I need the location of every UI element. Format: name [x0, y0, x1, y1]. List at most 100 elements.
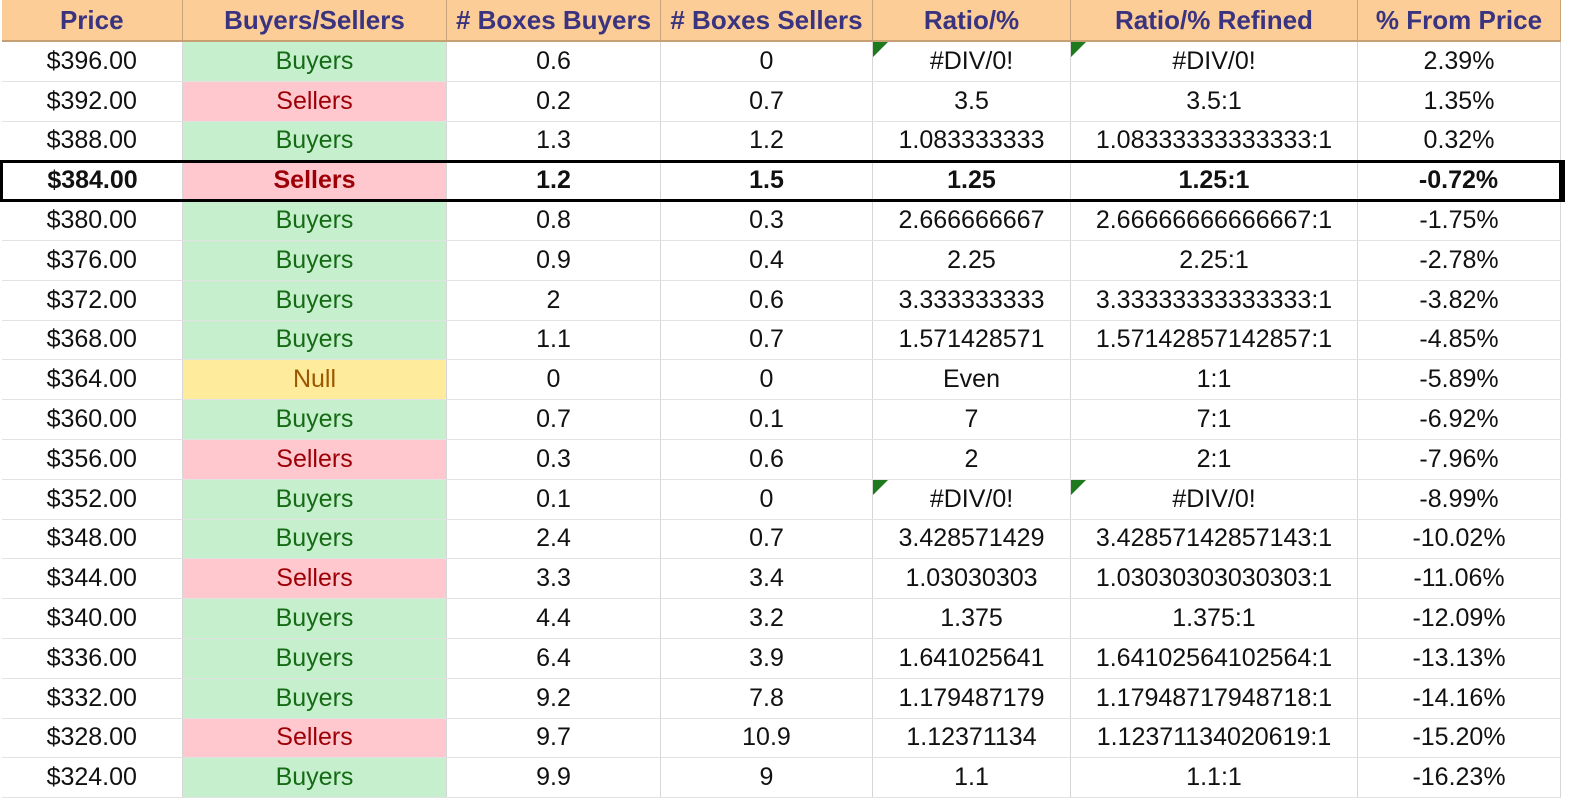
cell-from-price[interactable]: -16.23% — [1357, 757, 1561, 799]
cell-boxes-buyers[interactable]: 2 — [446, 280, 661, 321]
cell-ratio[interactable]: 1.179487179 — [872, 678, 1071, 719]
cell-price[interactable]: $364.00 — [1, 359, 183, 401]
cell-boxes-sellers[interactable]: 7.8 — [660, 678, 873, 719]
cell-from-price[interactable]: -2.78% — [1357, 240, 1561, 281]
cell-buyers-sellers[interactable]: Buyers — [182, 757, 447, 799]
cell-boxes-buyers[interactable]: 0.8 — [446, 200, 661, 241]
cell-ratio[interactable]: 1.25 — [872, 160, 1071, 202]
cell-ratio-refined[interactable]: 3.42857142857143:1 — [1070, 519, 1358, 560]
cell-from-price[interactable]: -4.85% — [1357, 320, 1561, 361]
cell-boxes-buyers[interactable]: 0.7 — [446, 399, 661, 440]
cell-ratio[interactable]: 2.666666667 — [872, 200, 1071, 241]
cell-buyers-sellers[interactable]: Sellers — [182, 718, 447, 759]
cell-from-price[interactable]: -13.13% — [1357, 638, 1561, 679]
cell-boxes-buyers[interactable]: 1.2 — [446, 160, 661, 202]
cell-from-price[interactable]: -14.16% — [1357, 678, 1561, 719]
cell-price[interactable]: $356.00 — [1, 439, 183, 480]
cell-ratio[interactable]: 7 — [872, 399, 1071, 440]
cell-buyers-sellers[interactable]: Null — [182, 359, 447, 401]
cell-from-price[interactable]: 2.39% — [1357, 41, 1561, 82]
cell-buyers-sellers[interactable]: Sellers — [182, 439, 447, 480]
cell-boxes-buyers[interactable]: 4.4 — [446, 598, 661, 639]
cell-boxes-sellers[interactable]: 0.6 — [660, 280, 873, 321]
cell-ratio[interactable]: 1.12371134 — [872, 718, 1071, 759]
cell-price[interactable]: $376.00 — [1, 240, 183, 281]
cell-buyers-sellers[interactable]: Sellers — [182, 81, 447, 122]
cell-price[interactable]: $332.00 — [1, 678, 183, 719]
cell-price[interactable]: $380.00 — [1, 200, 183, 241]
cell-price[interactable]: $392.00 — [1, 81, 183, 122]
cell-buyers-sellers[interactable]: Buyers — [182, 200, 447, 241]
cell-ratio[interactable]: 1.03030303 — [872, 558, 1071, 600]
cell-ratio-refined[interactable]: 2.25:1 — [1070, 240, 1358, 281]
cell-boxes-sellers[interactable]: 0.4 — [660, 240, 873, 281]
cell-price[interactable]: $324.00 — [1, 757, 183, 799]
cell-boxes-buyers[interactable]: 6.4 — [446, 638, 661, 679]
cell-buyers-sellers[interactable]: Buyers — [182, 121, 447, 162]
cell-ratio[interactable]: Even — [872, 359, 1071, 401]
cell-boxes-sellers[interactable]: 0 — [660, 41, 873, 82]
cell-buyers-sellers[interactable]: Buyers — [182, 598, 447, 639]
cell-price[interactable]: $348.00 — [1, 519, 183, 560]
cell-boxes-buyers[interactable]: 0.9 — [446, 240, 661, 281]
cell-ratio[interactable]: 1.083333333 — [872, 121, 1071, 162]
cell-boxes-sellers[interactable]: 3.4 — [660, 558, 873, 600]
cell-buyers-sellers[interactable]: Buyers — [182, 399, 447, 440]
cell-buyers-sellers[interactable]: Buyers — [182, 240, 447, 281]
cell-ratio[interactable]: 1.641025641 — [872, 638, 1071, 679]
cell-ratio-refined[interactable]: 1.17948717948718:1 — [1070, 678, 1358, 719]
cell-from-price[interactable]: -0.72% — [1357, 160, 1562, 202]
cell-boxes-sellers[interactable]: 0.6 — [660, 439, 873, 480]
cell-price[interactable]: $368.00 — [1, 320, 183, 361]
cell-boxes-sellers[interactable]: 0.7 — [660, 81, 873, 122]
cell-ratio-refined[interactable]: #DIV/0! — [1070, 479, 1358, 520]
cell-ratio-refined[interactable]: 1.375:1 — [1070, 598, 1358, 639]
cell-ratio[interactable]: 1.1 — [872, 757, 1071, 799]
cell-boxes-buyers[interactable]: 0 — [446, 359, 661, 401]
cell-boxes-buyers[interactable]: 3.3 — [446, 558, 661, 600]
cell-buyers-sellers[interactable]: Buyers — [182, 678, 447, 719]
cell-boxes-buyers[interactable]: 1.1 — [446, 320, 661, 361]
cell-boxes-sellers[interactable]: 0 — [660, 479, 873, 520]
cell-boxes-buyers[interactable]: 2.4 — [446, 519, 661, 560]
cell-boxes-sellers[interactable]: 0.7 — [660, 320, 873, 361]
cell-ratio[interactable]: 2.25 — [872, 240, 1071, 281]
cell-boxes-buyers[interactable]: 0.1 — [446, 479, 661, 520]
cell-from-price[interactable]: -15.20% — [1357, 718, 1561, 759]
cell-boxes-sellers[interactable]: 1.2 — [660, 121, 873, 162]
cell-boxes-sellers[interactable]: 3.9 — [660, 638, 873, 679]
cell-ratio[interactable]: 3.5 — [872, 81, 1071, 122]
cell-price[interactable]: $360.00 — [1, 399, 183, 440]
cell-price[interactable]: $340.00 — [1, 598, 183, 639]
cell-ratio-refined[interactable]: 1.57142857142857:1 — [1070, 320, 1358, 361]
cell-price[interactable]: $388.00 — [1, 121, 183, 162]
cell-from-price[interactable]: 1.35% — [1357, 81, 1561, 122]
cell-buyers-sellers[interactable]: Buyers — [182, 638, 447, 679]
cell-from-price[interactable]: 0.32% — [1357, 121, 1561, 162]
cell-ratio-refined[interactable]: 2.66666666666667:1 — [1070, 200, 1358, 241]
cell-buyers-sellers[interactable]: Buyers — [182, 519, 447, 560]
cell-boxes-sellers[interactable]: 1.5 — [660, 160, 873, 202]
cell-ratio[interactable]: 3.428571429 — [872, 519, 1071, 560]
header-ratio[interactable]: Ratio/% — [872, 0, 1071, 42]
cell-price[interactable]: $352.00 — [1, 479, 183, 520]
cell-boxes-sellers[interactable]: 0.3 — [660, 200, 873, 241]
cell-from-price[interactable]: -11.06% — [1357, 558, 1561, 600]
header-ratio-refined[interactable]: Ratio/% Refined — [1070, 0, 1358, 42]
cell-ratio-refined[interactable]: 1.64102564102564:1 — [1070, 638, 1358, 679]
cell-ratio-refined[interactable]: 3.33333333333333:1 — [1070, 280, 1358, 321]
cell-from-price[interactable]: -8.99% — [1357, 479, 1561, 520]
header-price[interactable]: Price — [1, 0, 183, 42]
cell-ratio-refined[interactable]: 1.1:1 — [1070, 757, 1358, 799]
cell-ratio-refined[interactable]: 1.25:1 — [1070, 160, 1358, 202]
cell-buyers-sellers[interactable]: Buyers — [182, 479, 447, 520]
cell-boxes-buyers[interactable]: 0.6 — [446, 41, 661, 82]
cell-from-price[interactable]: -5.89% — [1357, 359, 1561, 401]
cell-ratio[interactable]: #DIV/0! — [872, 41, 1071, 82]
cell-price[interactable]: $396.00 — [1, 41, 183, 82]
cell-from-price[interactable]: -3.82% — [1357, 280, 1561, 321]
cell-ratio[interactable]: #DIV/0! — [872, 479, 1071, 520]
cell-boxes-buyers[interactable]: 9.2 — [446, 678, 661, 719]
cell-boxes-buyers[interactable]: 9.7 — [446, 718, 661, 759]
cell-ratio-refined[interactable]: 1:1 — [1070, 359, 1358, 401]
